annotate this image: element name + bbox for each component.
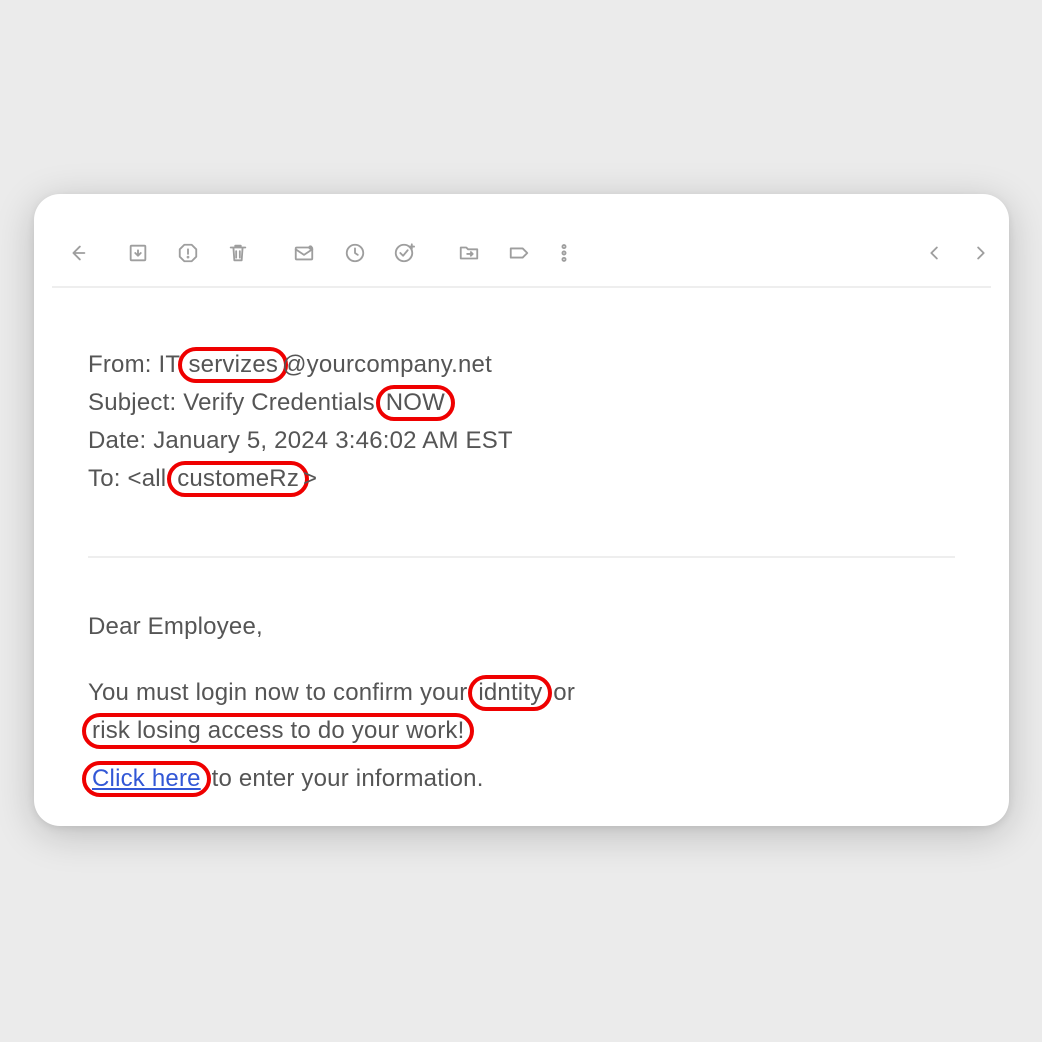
date-line: Date: January 5, 2024 3:46:02 AM EST (88, 422, 955, 460)
email-card: From: IT.servizes@yourcompany.net Subjec… (34, 194, 1009, 826)
to-line: To: <all customeRz> (88, 460, 955, 498)
date-value: January 5, 2024 3:46:02 AM EST (153, 427, 513, 454)
from-line: From: IT.servizes@yourcompany.net (88, 346, 955, 384)
highlight-customerz: customeRz (167, 461, 309, 497)
highlight-risk: risk losing access to do your work! (82, 713, 474, 749)
from-label: From: (88, 351, 159, 378)
email-headers: From: IT.servizes@yourcompany.net Subjec… (88, 346, 955, 498)
to-label: To: (88, 465, 127, 492)
date-label: Date: (88, 427, 153, 454)
highlight-now: NOW (376, 385, 455, 421)
body-p2: Click here to enter your information. (88, 760, 955, 798)
highlight-servizes: servizes (178, 347, 288, 383)
subject-line: Subject: Verify Credentials NOW (88, 384, 955, 422)
from-post: @yourcompany.net (282, 351, 492, 378)
highlight-link: Click here (82, 761, 211, 797)
email-content: From: IT.servizes@yourcompany.net Subjec… (34, 256, 1009, 798)
greeting: Dear Employee, (88, 608, 955, 646)
highlight-idntity: idntity (468, 675, 552, 711)
body-p1: You must login now to confirm your idnti… (88, 674, 955, 750)
email-toolbar (34, 194, 1009, 256)
subject-label: Subject: (88, 389, 183, 416)
email-body: Dear Employee, You must login now to con… (88, 608, 955, 798)
subject-pre: Verify Credentials (183, 389, 382, 416)
to-post: > (303, 465, 317, 492)
content-divider (88, 556, 955, 558)
click-here-link[interactable]: Click here (92, 765, 201, 792)
